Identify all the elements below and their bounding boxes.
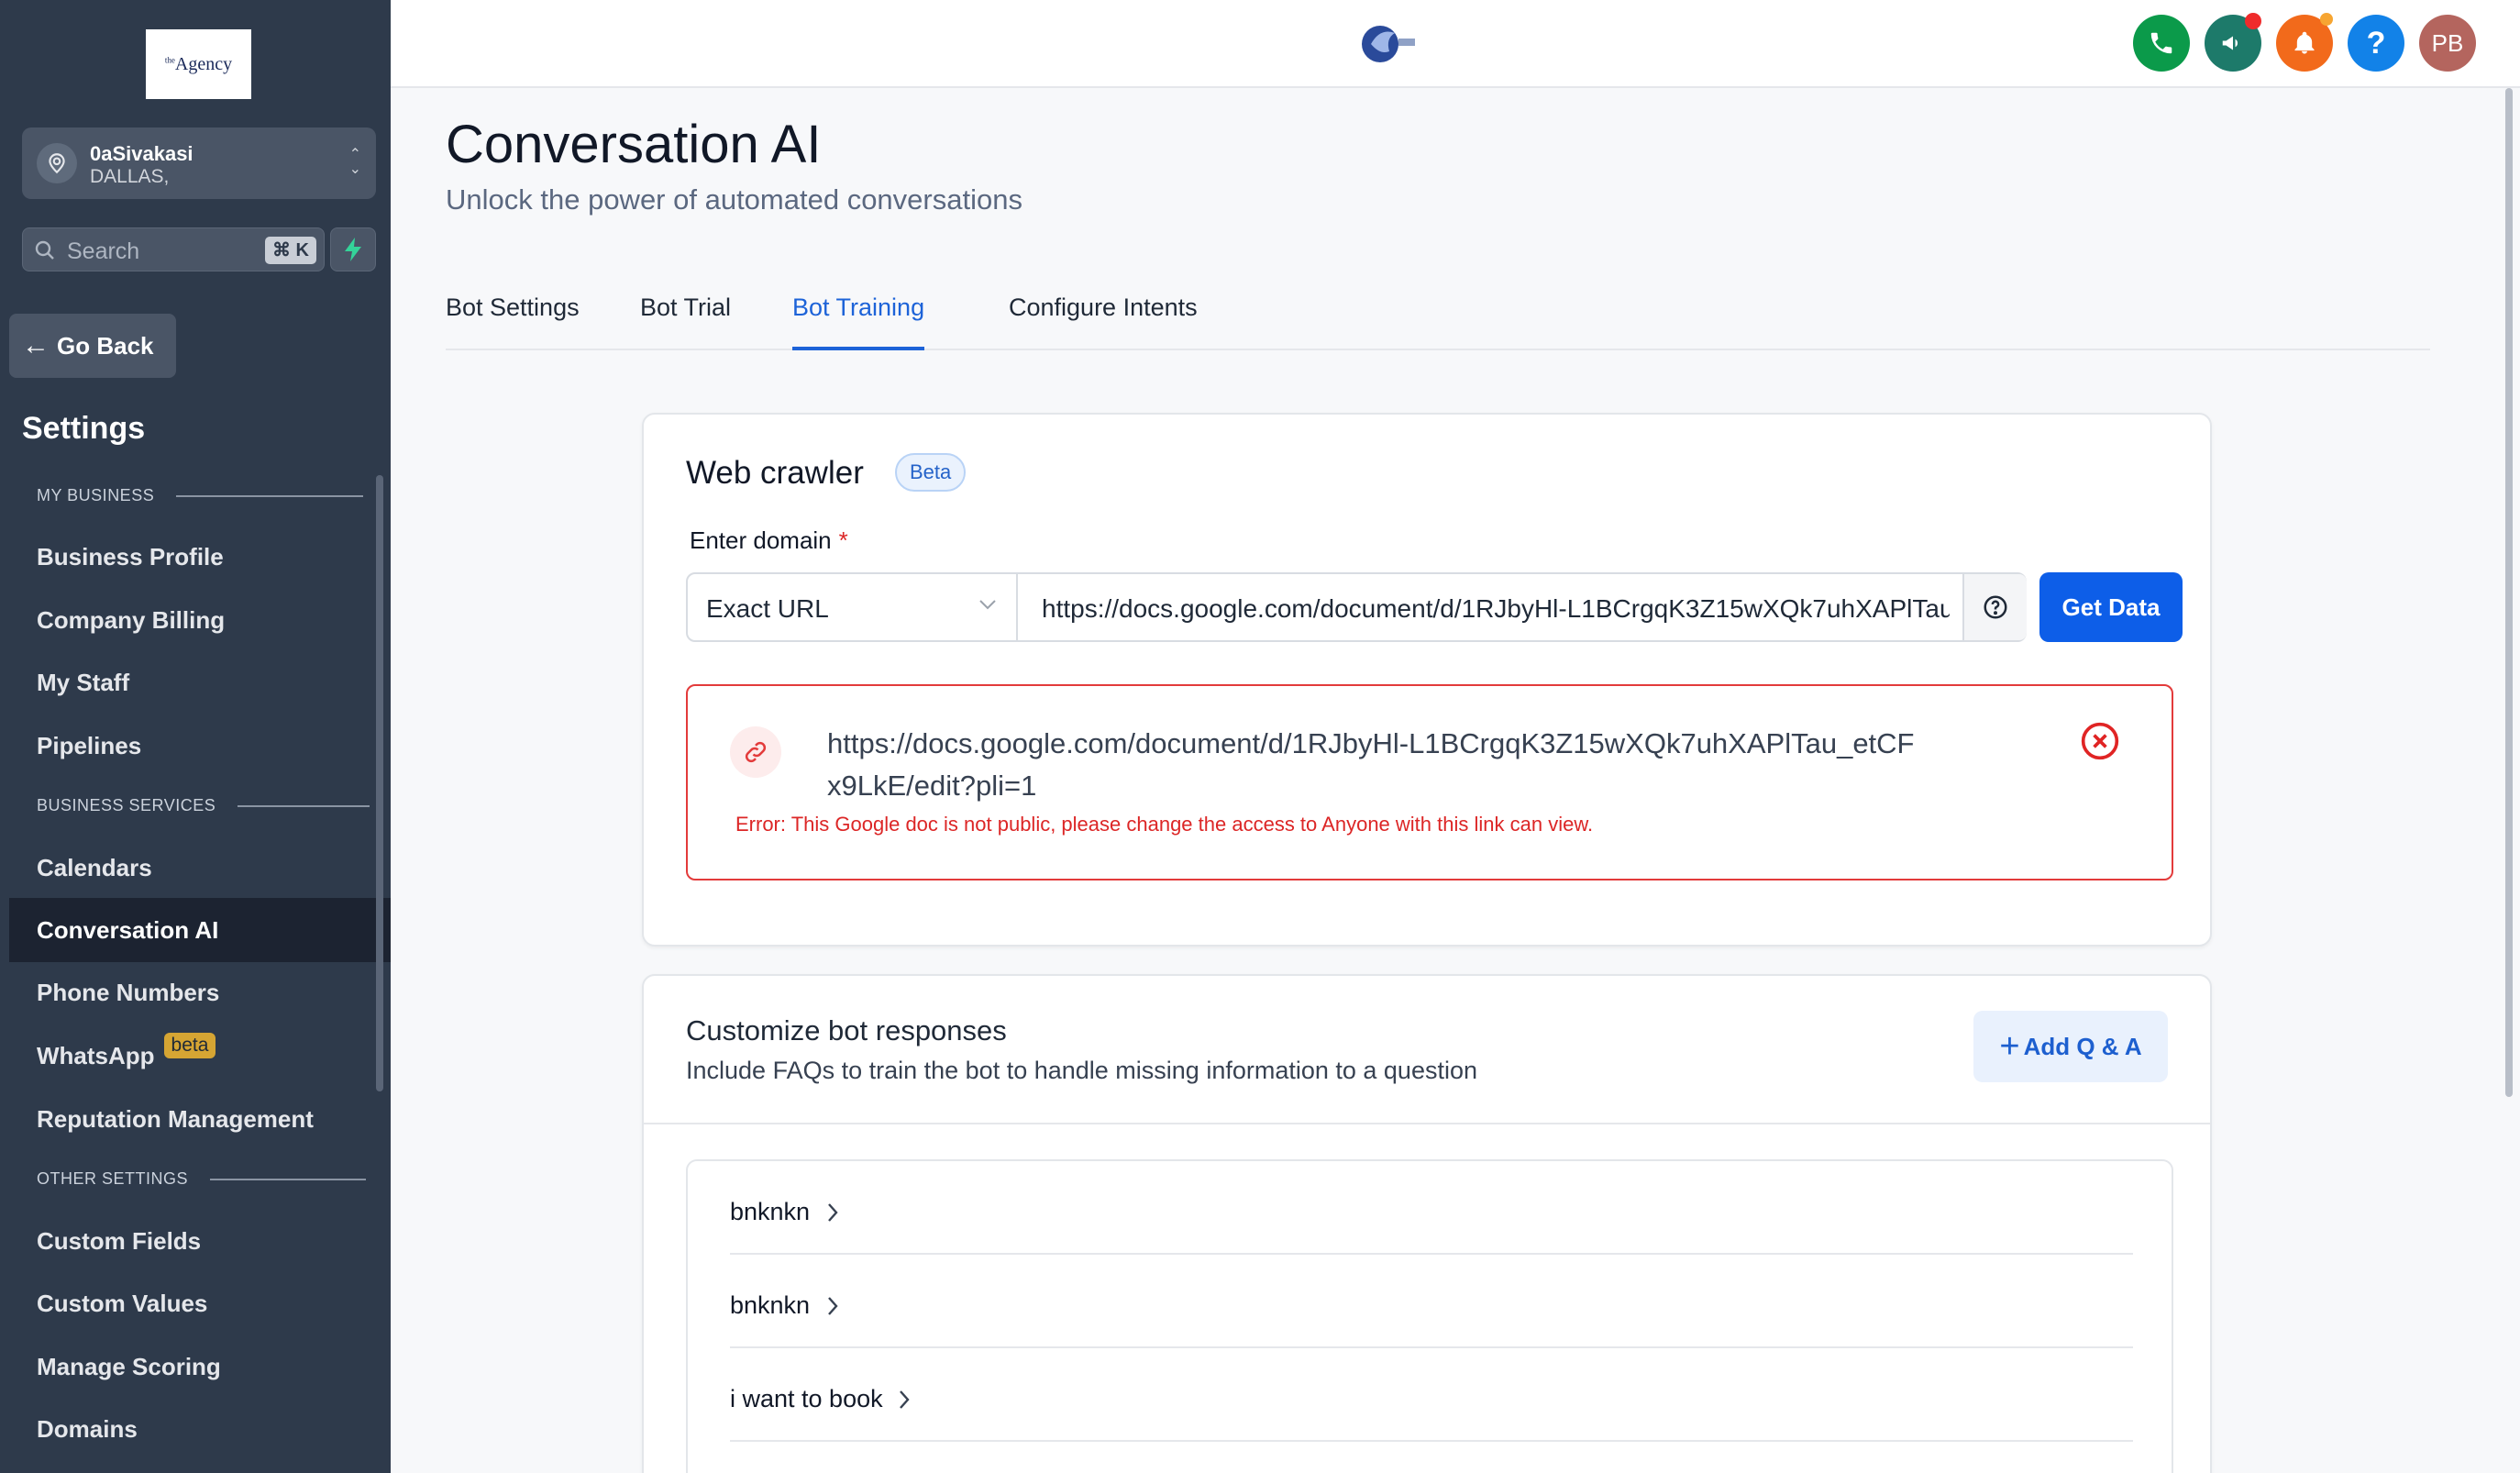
domain-input-group: Exact URL https://docs.google.com/docume… — [686, 572, 2027, 642]
location-name: 0aSivakasi — [90, 142, 193, 165]
settings-title: Settings — [22, 411, 146, 446]
question-circle-icon — [1984, 595, 2007, 619]
divider — [210, 1178, 367, 1180]
url-input[interactable]: https://docs.google.com/document/d/1RJby… — [1020, 574, 1962, 640]
location-city: DALLAS, — [90, 166, 170, 187]
faq-item[interactable]: bnknkn — [730, 1161, 2133, 1255]
link-icon — [730, 726, 781, 778]
faq-item[interactable]: bnknkn — [730, 1255, 2133, 1348]
sidebar-item-business-profile[interactable]: Business Profile — [37, 543, 224, 571]
chevron-right-icon — [828, 1297, 838, 1315]
required-mark: * — [838, 526, 848, 554]
search-placeholder: Search — [67, 238, 140, 264]
notification-dot — [2320, 13, 2333, 26]
chevron-down-icon — [979, 600, 996, 610]
sidebar-item-company-billing[interactable]: Company Billing — [37, 606, 225, 635]
bot-responses-description: Include FAQs to train the bot to handle … — [686, 1057, 1477, 1084]
match-type-select[interactable]: Exact URL — [688, 574, 1018, 640]
divider — [176, 494, 364, 497]
error-alert: https://docs.google.com/document/d/1RJby… — [686, 684, 2173, 880]
location-switcher[interactable]: 0aSivakasi DALLAS, ⌃ ⌄ — [22, 127, 376, 199]
error-message: Error: This Google doc is not public, pl… — [735, 813, 1594, 836]
chevron-updown-icon: ⌃ ⌄ — [348, 147, 361, 177]
arrow-left-icon: ← — [22, 330, 50, 360]
web-crawler-title: Web crawler — [686, 455, 864, 491]
sidebar-item-whatsapp[interactable]: WhatsApp beta — [37, 1033, 216, 1070]
help-button[interactable] — [1962, 574, 2027, 640]
search-input[interactable]: Search ⌘ K — [22, 227, 325, 271]
tab-bot-settings[interactable]: Bot Settings — [446, 293, 580, 350]
main-content: ? PB Conversation AI Unlock the power of… — [391, 0, 2520, 1473]
sidebar-item-custom-values[interactable]: Custom Values — [37, 1290, 207, 1318]
section-business-services: BUSINESS SERVICES — [37, 796, 370, 815]
agency-logo[interactable]: theAgency — [146, 29, 251, 99]
faq-item[interactable]: i want to book — [730, 1348, 2133, 1442]
tab-bot-training[interactable]: Bot Training — [792, 293, 925, 350]
plus-icon: + — [1999, 1026, 2020, 1066]
company-logo-icon — [1362, 26, 1415, 62]
sidebar-item-reputation-management[interactable]: Reputation Management — [37, 1105, 314, 1134]
sidebar-item-pipelines[interactable]: Pipelines — [37, 732, 141, 760]
domain-label: Enter domain * — [690, 526, 848, 554]
go-back-button[interactable]: ← Go Back — [9, 314, 176, 378]
close-circle-icon[interactable] — [2080, 721, 2120, 761]
sidebar-item-custom-fields[interactable]: Custom Fields — [37, 1227, 201, 1256]
chevron-right-icon — [828, 1203, 838, 1222]
help-icon[interactable]: ? — [2348, 15, 2404, 72]
bell-icon[interactable] — [2276, 13, 2333, 72]
notification-dot — [2245, 13, 2261, 29]
search-shortcut: ⌘ K — [265, 237, 316, 264]
tab-bar: Bot Settings Bot Trial Bot Training Conf… — [446, 293, 2430, 350]
sidebar-item-my-staff[interactable]: My Staff — [37, 669, 129, 697]
section-my-business: MY BUSINESS — [37, 486, 364, 505]
sidebar-item-phone-numbers[interactable]: Phone Numbers — [37, 979, 219, 1007]
tab-configure-intents[interactable]: Configure Intents — [1009, 293, 1198, 350]
lightning-icon — [345, 238, 361, 261]
main-scrollbar[interactable] — [2505, 88, 2513, 1097]
page-title: Conversation AI — [446, 115, 822, 174]
avatar[interactable]: PB — [2419, 15, 2476, 72]
error-url: https://docs.google.com/document/d/1RJby… — [827, 727, 1915, 802]
bot-responses-title: Customize bot responses — [686, 1014, 1007, 1047]
location-icon — [37, 143, 77, 183]
bot-responses-card: Customize bot responses Include FAQs to … — [642, 974, 2212, 1473]
sidebar-item-domains[interactable]: Domains — [37, 1415, 138, 1444]
faq-list: bnknkn bnknkn i want to book — [686, 1159, 2173, 1473]
sidebar-scrollbar[interactable] — [376, 475, 383, 1091]
chevron-right-icon — [900, 1390, 910, 1409]
web-crawler-card: Web crawler Beta Enter domain * Exact URL… — [642, 413, 2212, 947]
sidebar-item-conversation-ai[interactable]: Conversation AI — [37, 916, 218, 945]
tab-bot-trial[interactable]: Bot Trial — [640, 293, 731, 350]
quick-action-button[interactable] — [330, 227, 376, 271]
page-subtitle: Unlock the power of automated conversati… — [446, 183, 1022, 216]
get-data-button[interactable]: Get Data — [2039, 572, 2183, 642]
divider — [238, 804, 370, 807]
divider — [644, 1123, 2210, 1124]
beta-badge: beta — [163, 1033, 216, 1058]
beta-badge: Beta — [895, 453, 967, 492]
phone-icon[interactable] — [2133, 15, 2190, 72]
add-qa-button[interactable]: + Add Q & A — [1973, 1011, 2168, 1082]
sidebar: theAgency 0aSivakasi DALLAS, ⌃ ⌄ Search ⌘… — [0, 0, 391, 1473]
sidebar-item-manage-scoring[interactable]: Manage Scoring — [37, 1353, 221, 1381]
megaphone-icon[interactable] — [2205, 13, 2261, 72]
top-bar: ? PB — [391, 0, 2520, 88]
section-other-settings: OTHER SETTINGS — [37, 1169, 367, 1189]
search-icon — [35, 240, 54, 260]
sidebar-item-calendars[interactable]: Calendars — [37, 854, 152, 882]
